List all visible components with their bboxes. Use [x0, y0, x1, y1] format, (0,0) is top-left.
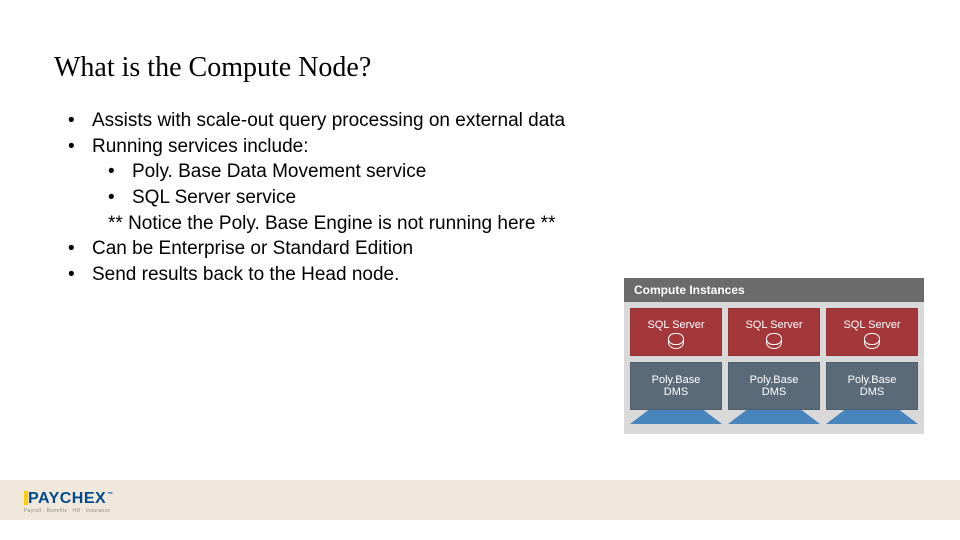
- polybase-dms-box: Poly.Base DMS: [728, 362, 820, 410]
- slide-title: What is the Compute Node?: [54, 52, 371, 84]
- dms-label-line1: Poly.Base: [652, 374, 701, 386]
- sql-server-box: SQL Server: [728, 308, 820, 356]
- polybase-dms-box: Poly.Base DMS: [630, 362, 722, 410]
- sql-server-box: SQL Server: [826, 308, 918, 356]
- bullet-3: Can be Enterprise or Standard Edition: [68, 236, 565, 262]
- database-icon: [864, 333, 880, 345]
- polybase-dms-box: Poly.Base DMS: [826, 362, 918, 410]
- sql-server-label: SQL Server: [647, 319, 704, 331]
- bullet-2: Running services include:: [68, 134, 565, 160]
- connector-stub: [630, 410, 722, 424]
- footer-band: [0, 480, 960, 520]
- diagram-row-sql: SQL Server SQL Server SQL Server: [630, 308, 918, 356]
- bullet-2b-text: SQL Server service: [132, 187, 296, 208]
- diagram-header: Compute Instances: [624, 278, 924, 302]
- bullet-2b: SQL Server service: [68, 185, 565, 211]
- bullet-2a-text: Poly. Base Data Movement service: [132, 161, 426, 182]
- bullet-1-text: Assists with scale-out query processing …: [92, 110, 565, 131]
- database-icon: [668, 333, 684, 345]
- dms-label-line2: DMS: [762, 386, 786, 398]
- diagram-connectors: [630, 410, 918, 424]
- database-icon: [766, 333, 782, 345]
- connector-stub: [728, 410, 820, 424]
- connector-stub: [826, 410, 918, 424]
- sql-server-label: SQL Server: [843, 319, 900, 331]
- dms-label-line1: Poly.Base: [848, 374, 897, 386]
- bullet-2-note-text: ** Notice the Poly. Base Engine is not r…: [108, 213, 555, 234]
- slide-body: Assists with scale-out query processing …: [68, 108, 565, 287]
- bullet-2-note: ** Notice the Poly. Base Engine is not r…: [68, 211, 565, 237]
- dms-label-line2: DMS: [664, 386, 688, 398]
- compute-instances-diagram: Compute Instances SQL Server SQL Server …: [624, 278, 924, 434]
- logo-wordmark: PAYCHEX ™: [24, 491, 114, 507]
- logo-text-pay: PAY: [28, 491, 60, 507]
- logo-tagline: Payroll · Benefits · HR · Insurance: [24, 509, 114, 514]
- sql-server-label: SQL Server: [745, 319, 802, 331]
- diagram-body: SQL Server SQL Server SQL Server Poly.Ba…: [624, 302, 924, 434]
- bullet-2a: Poly. Base Data Movement service: [68, 159, 565, 185]
- bullet-1: Assists with scale-out query processing …: [68, 108, 565, 134]
- logo-text-chex: CHEX: [60, 491, 106, 507]
- paychex-logo: PAYCHEX ™ Payroll · Benefits · HR · Insu…: [24, 491, 114, 514]
- bullet-3-text: Can be Enterprise or Standard Edition: [92, 238, 413, 259]
- bullet-4: Send results back to the Head node.: [68, 262, 565, 288]
- bullet-2-text: Running services include:: [92, 136, 309, 157]
- bullet-4-text: Send results back to the Head node.: [92, 264, 399, 285]
- dms-label-line1: Poly.Base: [750, 374, 799, 386]
- sql-server-box: SQL Server: [630, 308, 722, 356]
- diagram-row-dms: Poly.Base DMS Poly.Base DMS Poly.Base DM…: [630, 362, 918, 410]
- trademark-symbol: ™: [107, 492, 114, 498]
- dms-label-line2: DMS: [860, 386, 884, 398]
